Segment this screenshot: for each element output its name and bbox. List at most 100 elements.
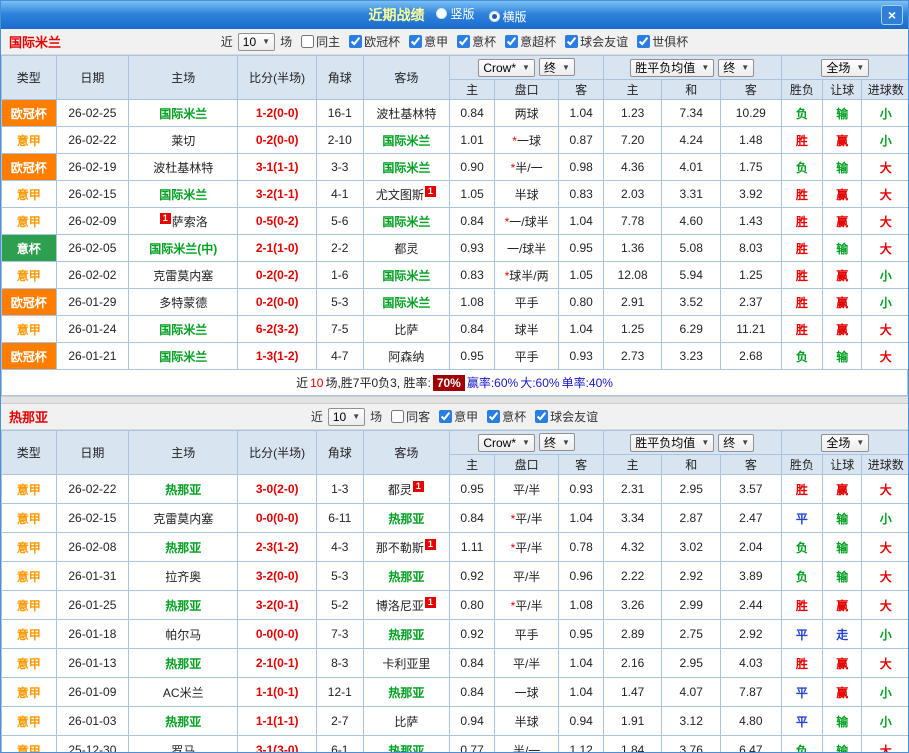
chevron-down-icon: ▼ xyxy=(522,63,530,72)
result-cell: 胜 xyxy=(781,316,822,343)
win-odds-away-cell: 1.43 xyxy=(721,208,782,235)
filter-checkbox[interactable] xyxy=(565,35,578,48)
team-name: 热那亚 xyxy=(165,657,201,671)
full-match-select[interactable]: 全场▼ xyxy=(821,434,869,452)
recent-count-select[interactable]: 10▼ xyxy=(238,33,275,51)
filter-checkbox[interactable] xyxy=(301,35,314,48)
handicap-home-odds-cell: 0.84 xyxy=(450,316,494,343)
final-select[interactable]: 终▼ xyxy=(718,59,754,77)
summary-part: 单率:40% xyxy=(562,374,613,391)
titlebar: 近期战绩 竖版横版 × xyxy=(1,1,908,29)
header-cell: 比分(半场) xyxy=(238,431,317,475)
goals-result-cell: 大 xyxy=(862,154,909,181)
team-name: 热那亚 xyxy=(165,715,201,729)
filter-checkbox[interactable] xyxy=(391,410,404,423)
odds-company-select[interactable]: Crow*▼ xyxy=(478,434,535,452)
win-draw-loss-avg-select[interactable]: 胜平负均值▼ xyxy=(630,59,714,77)
result-cell: 胜 xyxy=(781,591,822,620)
team-section: 国际米兰近10▼场同主欧冠杯意甲意杯意超杯球会友谊世俱杯类型日期主场比分(半场)… xyxy=(1,29,908,396)
team-name: AC米兰 xyxy=(163,686,204,700)
header-cell: 日期 xyxy=(56,431,129,475)
close-icon[interactable]: × xyxy=(881,5,903,25)
win-odds-away-cell: 1.48 xyxy=(721,127,782,154)
home-team-cell: 帕尔马 xyxy=(129,620,238,649)
league-filter[interactable]: 意甲 xyxy=(439,408,478,425)
league-cell: 意甲 xyxy=(2,620,57,649)
filter-checkbox[interactable] xyxy=(409,35,422,48)
table-row: 意甲26-02-22莱切0-2(0-0)2-10国际米兰1.01*一球0.877… xyxy=(2,127,909,154)
corners-cell: 4-3 xyxy=(317,533,363,562)
win-draw-loss-avg-select[interactable]: 胜平负均值▼ xyxy=(630,434,714,452)
league-filter[interactable]: 欧冠杯 xyxy=(349,33,400,50)
handicap-line-cell: 半/一 xyxy=(494,736,559,753)
section-filterbar: 热那亚近10▼场同客意甲意杯球会友谊 xyxy=(1,404,908,430)
corners-cell: 2-2 xyxy=(317,235,363,262)
table-row: 意甲26-01-03热那亚1-1(1-1)2-7比萨0.94半球0.941.91… xyxy=(2,707,909,736)
win-odds-home-cell: 3.34 xyxy=(603,504,662,533)
header-cell: 客场 xyxy=(363,56,450,100)
home-team-cell: 热那亚 xyxy=(129,649,238,678)
filter-checkbox[interactable] xyxy=(505,35,518,48)
handicap-home-odds-cell: 0.83 xyxy=(450,262,494,289)
result-cell: 平 xyxy=(781,504,822,533)
league-filter[interactable]: 意甲 xyxy=(409,33,448,50)
win-odds-draw-cell: 4.01 xyxy=(662,154,721,181)
result-cell: 负 xyxy=(781,343,822,370)
win-odds-away-cell: 2.92 xyxy=(721,620,782,649)
team-name: 国际米兰 xyxy=(159,323,207,337)
handicap-away-odds-cell: 1.04 xyxy=(559,504,603,533)
win-odds-draw-cell: 2.95 xyxy=(662,475,721,504)
handicap-away-odds-cell: 1.04 xyxy=(559,100,603,127)
final-select[interactable]: 终▼ xyxy=(539,58,575,76)
league-cell: 意甲 xyxy=(2,562,57,591)
goals-result-cell: 大 xyxy=(862,533,909,562)
table-row: 意甲25-12-30罗马3-1(3-0)6-1热那亚0.77半/一1.121.8… xyxy=(2,736,909,753)
handicap-line-cell: 平手 xyxy=(494,289,559,316)
filter-label: 球会友谊 xyxy=(580,33,628,50)
win-odds-draw-cell: 3.52 xyxy=(662,289,721,316)
home-team-cell: 国际米兰(中) xyxy=(129,235,238,262)
league-filter[interactable]: 同主 xyxy=(301,33,340,50)
filter-checkbox[interactable] xyxy=(637,35,650,48)
filter-checkbox[interactable] xyxy=(487,410,500,423)
league-filter[interactable]: 同客 xyxy=(391,408,430,425)
handicap-home-odds-cell: 0.92 xyxy=(450,620,494,649)
league-filter[interactable]: 世俱杯 xyxy=(637,33,688,50)
odds-company-select[interactable]: Crow*▼ xyxy=(478,59,535,77)
win-odds-home-cell: 2.03 xyxy=(603,181,662,208)
layout-radio[interactable]: 竖版 xyxy=(436,5,474,22)
handicap-away-odds-cell: 1.04 xyxy=(559,649,603,678)
filter-checkbox[interactable] xyxy=(439,410,452,423)
filter-checkbox[interactable] xyxy=(457,35,470,48)
league-filter[interactable]: 意杯 xyxy=(487,408,526,425)
away-team-cell: 热那亚 xyxy=(363,678,450,707)
league-filter[interactable]: 意杯 xyxy=(457,33,496,50)
league-filter[interactable]: 球会友谊 xyxy=(535,408,598,425)
handicap-away-odds-cell: 0.95 xyxy=(559,620,603,649)
league-filter[interactable]: 球会友谊 xyxy=(565,33,628,50)
summary-bar: 近10场,胜7平0负3, 胜率:70% 赢率:60% 大:60% 单率:40% xyxy=(1,370,908,396)
red-card-badge: 1 xyxy=(425,186,436,197)
handicap-away-odds-cell: 1.04 xyxy=(559,678,603,707)
win-odds-home-cell: 1.84 xyxy=(603,736,662,753)
handicap-away-odds-cell: 0.95 xyxy=(559,235,603,262)
goals-result-cell: 大 xyxy=(862,181,909,208)
final-select[interactable]: 终▼ xyxy=(718,434,754,452)
date-cell: 26-01-13 xyxy=(56,649,129,678)
handicap-result-cell: 输 xyxy=(823,343,862,370)
win-odds-away-cell: 7.87 xyxy=(721,678,782,707)
handicap-line-cell: 球半 xyxy=(494,316,559,343)
layout-radio[interactable]: 横版 xyxy=(489,8,527,25)
results-table: 类型日期主场比分(半场)角球客场Crow*▼终▼胜平负均值▼终▼全场▼主盘口客主… xyxy=(1,430,909,753)
league-filter[interactable]: 意超杯 xyxy=(505,33,556,50)
score-cell: 3-2(1-1) xyxy=(238,181,317,208)
corners-cell: 16-1 xyxy=(317,100,363,127)
recent-count-select[interactable]: 10▼ xyxy=(328,408,365,426)
subheader-cell: 胜负 xyxy=(781,455,822,475)
filter-checkbox[interactable] xyxy=(535,410,548,423)
league-cell: 意甲 xyxy=(2,181,57,208)
filter-checkbox[interactable] xyxy=(349,35,362,48)
final-select[interactable]: 终▼ xyxy=(539,433,575,451)
header-group-cell: Crow*▼终▼ xyxy=(450,56,604,80)
full-match-select[interactable]: 全场▼ xyxy=(821,59,869,77)
